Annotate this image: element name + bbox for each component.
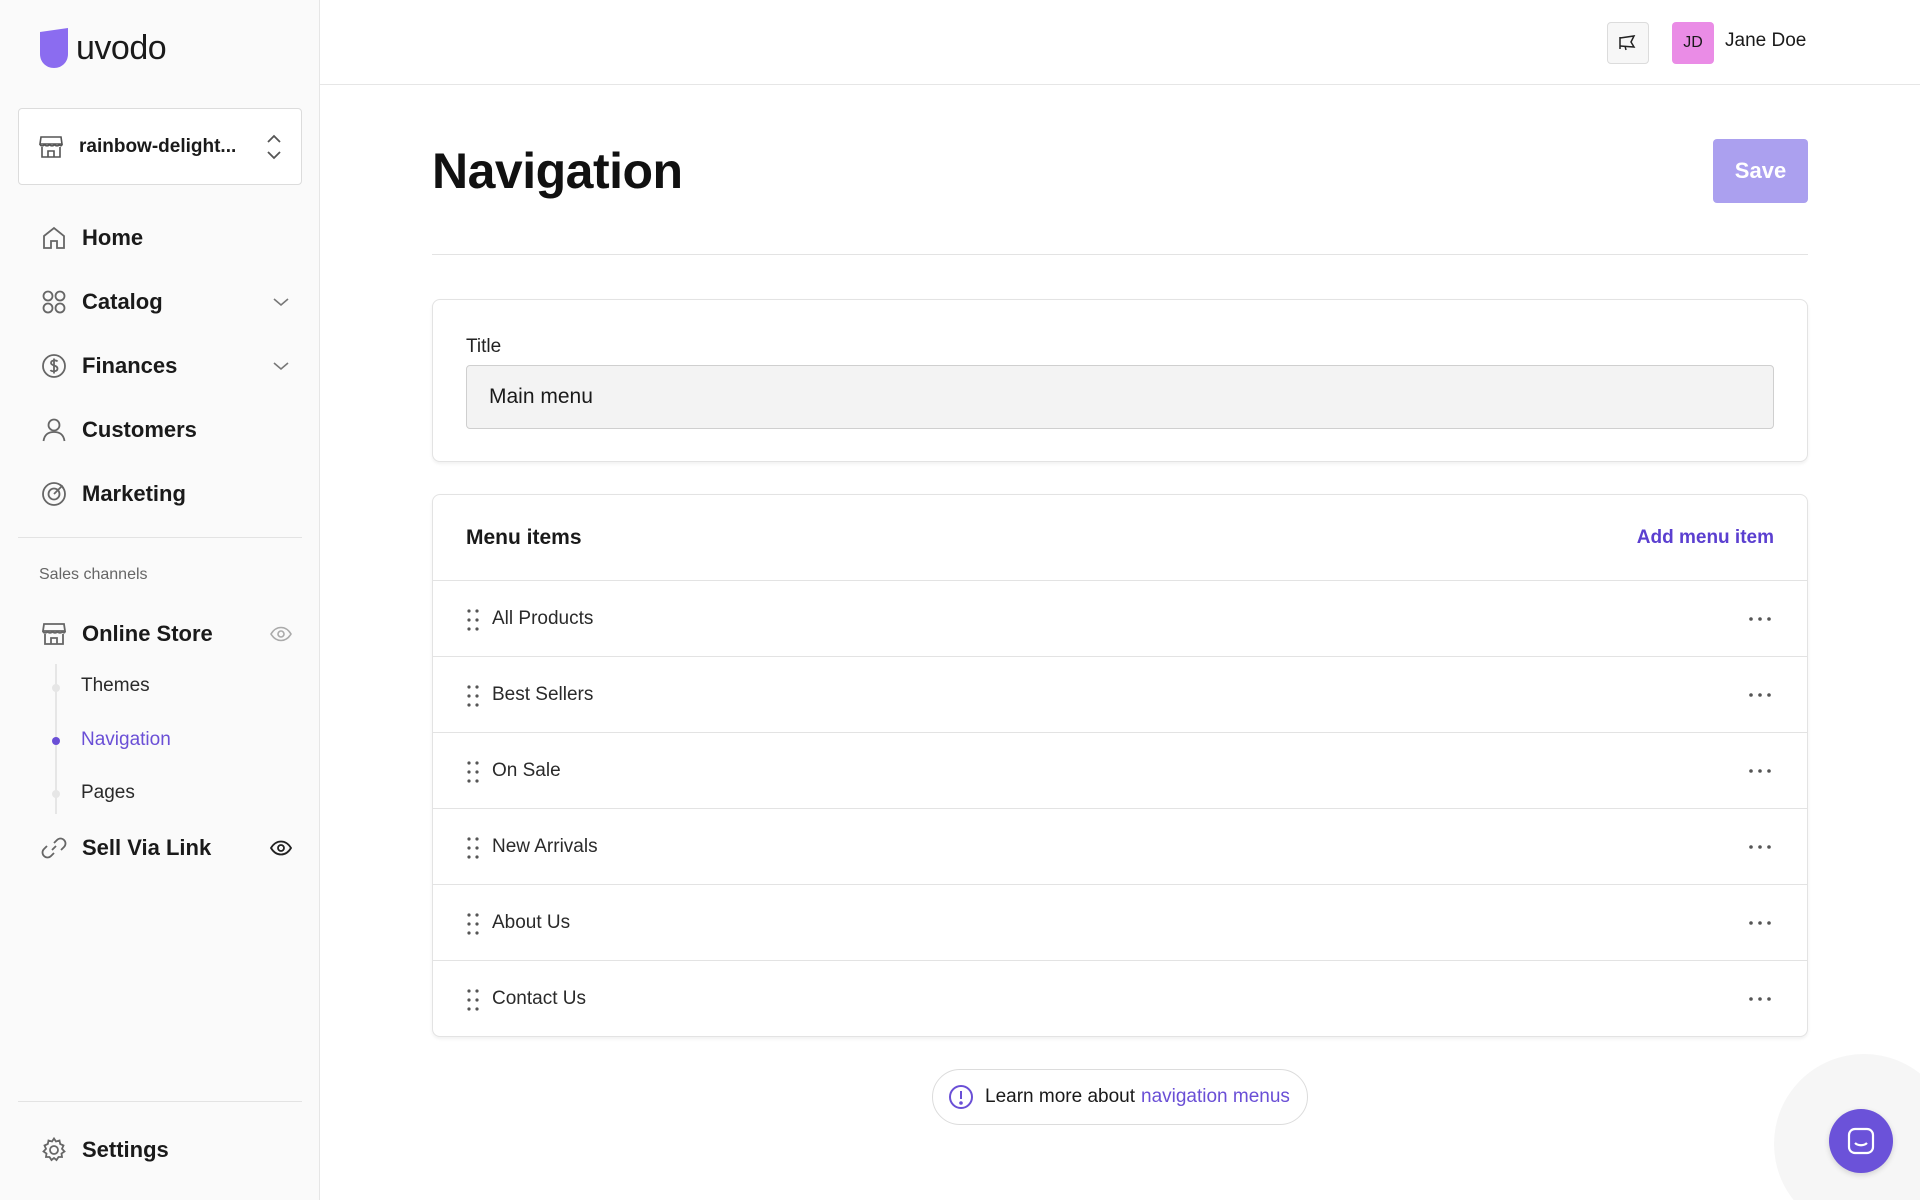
store-name: rainbow-delight... — [79, 135, 237, 157]
menu-item-label: Contact Us — [492, 988, 586, 1009]
menu-item-row[interactable]: About Us — [433, 885, 1807, 961]
sidebar-item-marketing[interactable]: Marketing — [18, 462, 302, 526]
sidebar-item-sell-via-link[interactable]: Sell Via Link — [18, 824, 302, 872]
menu-items-header: Menu items Add menu item — [433, 495, 1807, 581]
chevron-down-icon — [273, 362, 289, 371]
store-switcher[interactable]: rainbow-delight... — [18, 108, 302, 185]
announcements-button[interactable] — [1607, 22, 1649, 64]
menu-items-title: Menu items — [466, 526, 582, 549]
more-options-icon[interactable] — [1746, 835, 1774, 859]
channel-label: Online Store — [82, 621, 213, 646]
logo-text: uvodo — [76, 28, 167, 67]
user-name[interactable]: Jane Doe — [1725, 30, 1806, 52]
gear-icon — [42, 1136, 66, 1162]
sidebar-item-label: Catalog — [82, 289, 163, 314]
drag-handle-icon[interactable] — [466, 912, 480, 936]
logo-mark-icon — [40, 28, 68, 68]
subnav-item-themes[interactable]: Themes — [81, 675, 150, 697]
sales-channels-label: Sales channels — [39, 566, 148, 583]
eye-icon[interactable] — [270, 840, 292, 856]
page-title: Navigation — [432, 143, 683, 199]
more-options-icon[interactable] — [1746, 607, 1774, 631]
grid-icon — [42, 290, 66, 314]
logo[interactable]: uvodo — [38, 26, 167, 70]
sidebar-divider — [18, 537, 302, 538]
sidebar-item-finances[interactable]: Finances — [18, 334, 302, 398]
menu-item-label: On Sale — [492, 759, 561, 781]
chat-icon — [1847, 1127, 1875, 1155]
drag-handle-icon[interactable] — [466, 760, 480, 784]
menu-item-row[interactable]: New Arrivals — [433, 809, 1807, 885]
sidebar-item-label: Marketing — [82, 481, 186, 506]
sidebar-item-label: Customers — [82, 417, 197, 442]
menu-item-label: All Products — [492, 607, 594, 629]
title-card: Title — [432, 299, 1808, 462]
app-root: uvodo rainbow-delight... Home Catalog Fi… — [0, 0, 1920, 1200]
subnav-item-pages[interactable]: Pages — [81, 782, 135, 804]
title-input[interactable] — [466, 365, 1774, 429]
title-divider — [432, 254, 1808, 255]
subnav-item-navigation[interactable]: Navigation — [81, 729, 171, 751]
channel-label: Sell Via Link — [82, 835, 212, 860]
subnav-dot-active — [52, 737, 60, 745]
sidebar-item-settings[interactable]: Settings — [18, 1122, 302, 1178]
menu-item-row[interactable]: Best Sellers — [433, 657, 1807, 733]
menu-item-label: New Arrivals — [492, 835, 598, 857]
title-field-label: Title — [466, 336, 502, 357]
megaphone-icon — [1619, 35, 1636, 51]
main-nav: Home Catalog Finances Customers Marketin… — [18, 206, 302, 526]
add-menu-item-button[interactable]: Add menu item — [1637, 527, 1774, 549]
drag-handle-icon[interactable] — [466, 608, 480, 632]
more-options-icon[interactable] — [1746, 683, 1774, 707]
menu-item-label: About Us — [492, 911, 571, 933]
chat-support-button[interactable] — [1829, 1109, 1893, 1173]
eye-icon[interactable] — [270, 626, 292, 642]
learn-more-pill: Learn more about navigation menus — [932, 1069, 1308, 1125]
chevron-down-icon — [273, 298, 289, 307]
store-icon — [41, 623, 67, 645]
sidebar-item-catalog[interactable]: Catalog — [18, 270, 302, 334]
info-icon — [949, 1085, 973, 1109]
sidebar: uvodo rainbow-delight... Home Catalog Fi… — [0, 0, 320, 1200]
sidebar-item-online-store[interactable]: Online Store — [18, 610, 302, 658]
store-icon — [39, 135, 63, 158]
dollar-icon — [42, 354, 66, 378]
menu-item-label: Best Sellers — [492, 683, 594, 705]
chevron-updown-icon — [267, 134, 281, 159]
sidebar-item-label: Finances — [82, 353, 178, 378]
settings-label: Settings — [82, 1137, 169, 1162]
link-icon — [41, 837, 67, 859]
more-options-icon[interactable] — [1746, 987, 1774, 1011]
sidebar-item-home[interactable]: Home — [18, 206, 302, 270]
sidebar-item-label: Home — [82, 225, 144, 250]
save-button[interactable]: Save — [1713, 139, 1808, 203]
more-options-icon[interactable] — [1746, 911, 1774, 935]
more-options-icon[interactable] — [1746, 759, 1774, 783]
avatar[interactable]: JD — [1672, 22, 1714, 64]
drag-handle-icon[interactable] — [466, 684, 480, 708]
sidebar-divider — [18, 1101, 302, 1102]
learn-more-text: Learn more about — [985, 1086, 1135, 1107]
user-icon — [42, 418, 66, 442]
menu-item-row[interactable]: All Products — [433, 581, 1807, 657]
drag-handle-icon[interactable] — [466, 836, 480, 860]
menu-item-row[interactable]: Contact Us — [433, 961, 1807, 1036]
home-icon — [43, 226, 65, 249]
subnav-dot — [52, 790, 60, 798]
top-bar: JD Jane Doe — [320, 0, 1920, 85]
subnav-dot — [52, 684, 60, 692]
navigation-menus-link[interactable]: navigation menus — [1141, 1086, 1290, 1108]
target-icon — [42, 482, 66, 506]
menu-items-card: Menu items Add menu item All Products Be… — [432, 494, 1808, 1037]
drag-handle-icon[interactable] — [466, 988, 480, 1012]
menu-item-row[interactable]: On Sale — [433, 733, 1807, 809]
sidebar-item-customers[interactable]: Customers — [18, 398, 302, 462]
